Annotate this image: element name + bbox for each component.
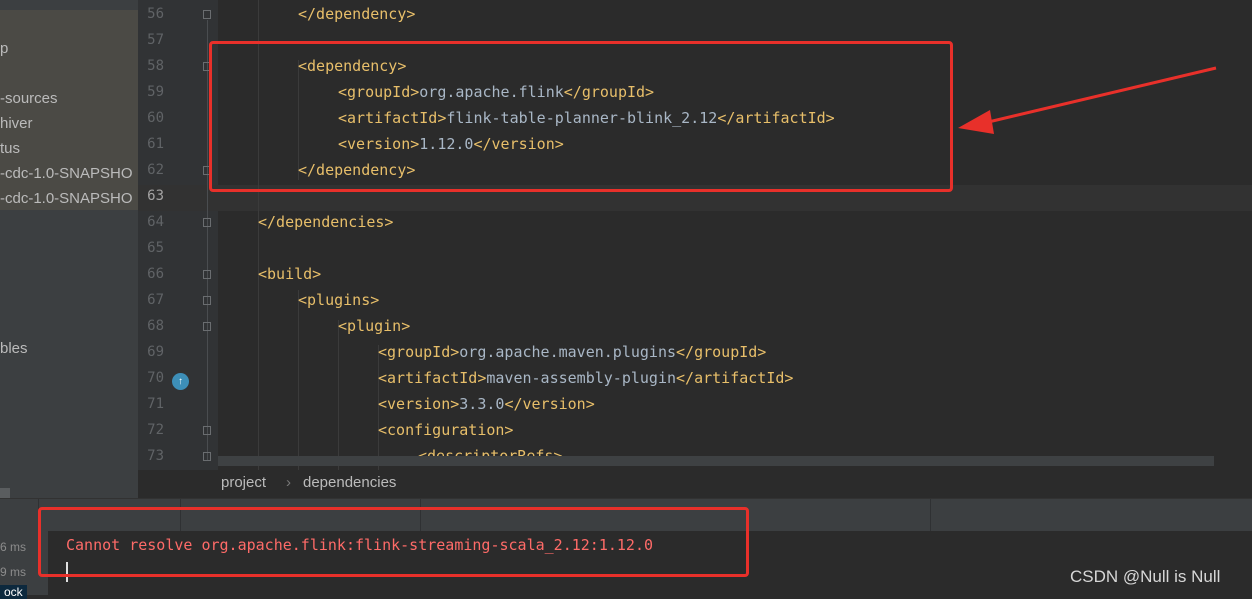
project-tool-window: p -sources hiver tus -cdc-1.0-SNAPSHO -cdc-1.… <box>0 0 138 498</box>
line-number: 71 <box>147 396 164 412</box>
fold-marker-icon[interactable] <box>203 296 211 305</box>
line-number: 58 <box>147 58 164 74</box>
xml-tag: <groupId> <box>378 343 460 361</box>
breadcrumb-separator: › <box>286 474 291 491</box>
xml-tag: </dependencies> <box>258 213 394 231</box>
xml-tag: <configuration> <box>378 421 514 439</box>
annotation-arrow-icon <box>958 66 1217 134</box>
project-tree-item[interactable]: bles <box>0 340 28 358</box>
line-number: 61 <box>147 136 164 152</box>
line-number: 72 <box>147 422 164 438</box>
line-number: 63 <box>147 188 164 204</box>
code-line: <configuration> <box>378 417 513 443</box>
code-line: <groupId>org.apache.maven.plugins</group… <box>378 339 766 365</box>
fold-marker-icon[interactable] <box>203 426 211 435</box>
line-number: 73 <box>147 448 164 464</box>
fold-marker-icon[interactable] <box>203 322 211 331</box>
indent-guide <box>338 320 339 470</box>
xml-tag: <artifactId> <box>378 369 487 387</box>
line-number: 69 <box>147 344 164 360</box>
project-tree-item[interactable]: hiver <box>0 115 33 133</box>
xml-text: 3.3.0 <box>459 395 505 413</box>
code-line: <artifactId>maven-assembly-plugin</artif… <box>378 365 793 391</box>
line-number: 59 <box>147 84 164 100</box>
line-number: 67 <box>147 292 164 308</box>
xml-close-tag: </artifactId> <box>676 369 794 387</box>
fold-marker-icon[interactable] <box>203 10 211 19</box>
fold-marker-icon[interactable] <box>203 218 211 227</box>
maven-plugin-icon[interactable]: ↑ <box>172 373 189 390</box>
xml-tag: <plugins> <box>298 291 380 309</box>
watermark: CSDN @Null is Null <box>1070 567 1221 586</box>
line-number: 60 <box>147 110 164 126</box>
line-number: 64 <box>147 214 164 230</box>
xml-tag: <plugin> <box>338 317 411 335</box>
xml-tag: <build> <box>258 265 322 283</box>
annotation-box-error <box>38 507 749 577</box>
code-line: </dependency> <box>298 1 415 27</box>
xml-tag: </dependency> <box>298 5 416 23</box>
xml-tag: <version> <box>378 395 460 413</box>
breadcrumb-item-project[interactable]: project <box>221 474 266 491</box>
xml-text: org.apache.maven.plugins <box>459 343 677 361</box>
project-tree-item[interactable]: -sources <box>0 90 58 108</box>
project-tree-item[interactable]: -cdc-1.0-SNAPSHO <box>0 165 133 183</box>
code-line: <plugin> <box>338 313 410 339</box>
line-number: 68 <box>147 318 164 334</box>
xml-text: maven-assembly-plugin <box>486 369 677 387</box>
code-line: <version>3.3.0</version> <box>378 391 595 417</box>
breadcrumb-item-dependencies[interactable]: dependencies <box>303 474 396 491</box>
breadcrumb: project › dependencies <box>138 470 1252 498</box>
build-tree-selected[interactable]: ock <box>0 585 27 599</box>
horizontal-scrollbar[interactable] <box>218 456 1214 466</box>
project-tree-item[interactable]: p <box>0 40 8 58</box>
project-tree-item[interactable]: tus <box>0 140 20 158</box>
fold-marker-icon[interactable] <box>203 270 211 279</box>
line-number: 66 <box>147 266 164 282</box>
code-line: </dependencies> <box>258 209 393 235</box>
line-number: 62 <box>147 162 164 178</box>
code-line: <plugins> <box>298 287 379 313</box>
xml-close-tag: </groupId> <box>676 343 767 361</box>
line-number: 56 <box>147 6 164 22</box>
xml-close-tag: </version> <box>504 395 595 413</box>
annotation-box-dependency <box>209 41 953 192</box>
indent-guide <box>298 290 299 470</box>
line-number: 70 <box>147 370 164 386</box>
build-time-2: 9 ms <box>0 565 27 579</box>
fold-marker-icon[interactable] <box>203 452 211 461</box>
fold-guide <box>207 20 208 460</box>
build-time-1: 6 ms <box>0 540 27 554</box>
line-number: 65 <box>147 240 164 256</box>
code-line: <build> <box>258 261 321 287</box>
line-number: 57 <box>147 32 164 48</box>
sidebar-scrollbar[interactable] <box>0 488 10 498</box>
project-tree-item[interactable]: -cdc-1.0-SNAPSHO <box>0 190 133 208</box>
